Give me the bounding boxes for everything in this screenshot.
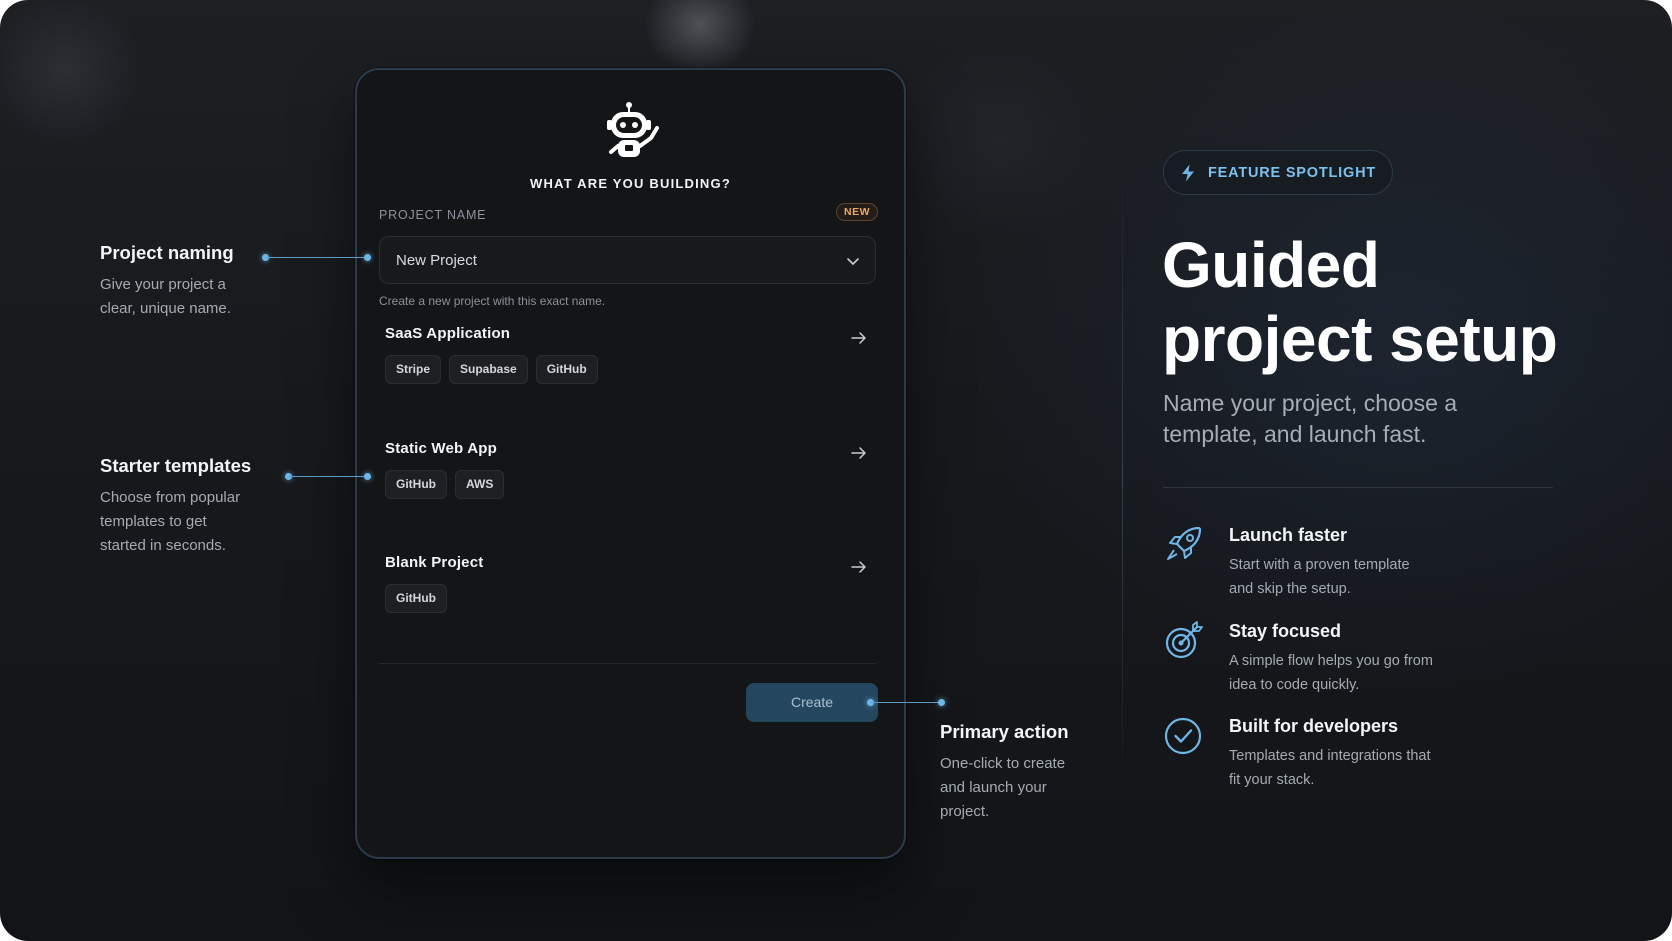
feature-line: Start with a proven template [1229,557,1410,573]
callout-naming-text: Give your project a clear, unique name. [100,273,231,321]
connector-dot [364,473,371,480]
arrow-right-icon [851,561,866,573]
callout-templates-text: Choose from popular templates to get sta… [100,486,240,558]
project-setup-card: WHAT ARE YOU BUILDING? PROJECT NAME NEW … [355,68,906,859]
callout-primary-text: One-click to create and launch your proj… [940,752,1065,824]
feature-spotlight-label: FEATURE SPOTLIGHT [1208,164,1376,181]
callout-line: clear, unique name. [100,300,231,317]
vertical-divider [1122,155,1123,795]
create-button[interactable]: Create [746,683,878,722]
feature-text: Start with a proven template and skip th… [1229,553,1469,601]
section-divider [1163,487,1553,488]
stage: WHAT ARE YOU BUILDING? PROJECT NAME NEW … [0,0,1672,941]
lightning-icon [1182,164,1194,181]
hero-title-line: project setup [1162,303,1558,375]
connector-line [266,257,368,258]
connector-dot [938,699,945,706]
template-static-web-app[interactable]: Static Web App GitHub AWS [379,440,876,536]
project-name-label: PROJECT NAME [379,208,487,222]
feature-text: A simple flow helps you go from idea to … [1229,649,1469,697]
callout-line: and launch your [940,779,1047,796]
callout-line: project. [940,803,990,820]
project-name-select[interactable]: New Project [379,236,876,284]
chevron-down-icon [847,258,859,265]
card-title: WHAT ARE YOU BUILDING? [530,176,731,191]
chip-supabase: Supabase [449,355,528,384]
callout-line: Choose from popular [100,489,241,506]
arrow-right-icon [851,447,866,459]
chip-github: GitHub [535,355,598,384]
chip-stripe: Stripe [385,355,442,384]
rocket-icon [1167,526,1202,560]
feature-stay-focused: Stay focused A simple flow helps you go … [1163,619,1583,699]
connector-line [289,476,368,477]
hero-subtitle: Name your project, choose a template, an… [1163,390,1458,447]
template-blank-project[interactable]: Blank Project GitHub [379,554,876,650]
robot-mascot-icon [607,102,659,157]
feature-line: fit your stack. [1229,772,1315,788]
feature-line: Templates and integrations that [1229,748,1431,764]
arrow-right-icon [851,332,866,344]
connector-line [871,702,941,703]
project-name-helper: Create a new project with this exact nam… [379,294,606,308]
feature-launch-faster: Launch faster Start with a proven templa… [1163,523,1583,603]
hero-title: Guided project setup [1162,228,1642,376]
template-saas-application[interactable]: SaaS Application Stripe Supabase GitHub [379,325,876,421]
feature-spotlight-pill: FEATURE SPOTLIGHT [1163,150,1393,195]
chip-github: GitHub [385,584,447,613]
feature-title: Launch faster [1229,525,1348,545]
callout-line: templates to get [100,513,207,530]
connector-dot [364,254,371,261]
new-badge: NEW [836,203,878,221]
feature-title: Built for developers [1229,716,1399,736]
card-divider [379,663,876,664]
feature-line: A simple flow helps you go from [1229,653,1433,669]
feature-text: Templates and integrations that fit your… [1229,744,1469,792]
chip-aws: AWS [455,470,505,499]
template-name: SaaS Application [385,325,511,342]
callout-line: Give your project a [100,276,226,293]
project-name-value: New Project [396,252,477,269]
hero-title-line: Guided [1162,229,1380,301]
feature-built-for-developers: Built for developers Templates and integ… [1163,714,1583,794]
feature-title: Stay focused [1229,621,1342,641]
callout-primary-title: Primary action [940,721,1069,742]
callout-naming-title: Project naming [100,242,234,263]
target-icon [1165,621,1203,659]
feature-line: idea to code quickly. [1229,677,1360,693]
check-circle-icon [1164,717,1202,755]
callout-templates-title: Starter templates [100,455,252,476]
callout-line: started in seconds. [100,537,226,554]
callout-line: One-click to create [940,755,1066,772]
chip-github: GitHub [385,470,447,499]
template-name: Static Web App [385,440,497,457]
feature-line: and skip the setup. [1229,581,1351,597]
template-name: Blank Project [385,554,484,571]
